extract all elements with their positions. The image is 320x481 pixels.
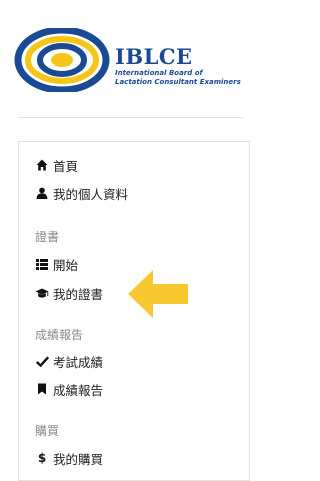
- sidebar-item-label: 首頁: [53, 158, 79, 174]
- user-icon: [35, 186, 49, 200]
- section-label-certificates: 證書: [35, 230, 60, 244]
- sidebar-item-home[interactable]: 首頁: [35, 156, 78, 174]
- sidebar-item-label: 我的證書: [53, 286, 104, 302]
- iblce-logo-icon[interactable]: [14, 28, 110, 92]
- brand-title: IBLCE: [115, 44, 193, 69]
- annotation-arrow-icon: [128, 270, 188, 318]
- sidebar-item-score-report[interactable]: 成績報告: [35, 380, 103, 398]
- sidebar-item-start[interactable]: 開始: [35, 255, 78, 273]
- brand-subtitle-line1: International Board of: [115, 69, 203, 77]
- bookmark-icon: [35, 382, 49, 396]
- sidebar-item-profile[interactable]: 我的個人資料: [35, 184, 128, 202]
- home-icon: [35, 158, 49, 172]
- list-icon: [35, 257, 49, 271]
- section-label-reports: 成績報告: [35, 328, 84, 342]
- check-icon: [35, 354, 49, 368]
- graduation-cap-icon: [35, 286, 49, 300]
- sidebar-item-label: 成績報告: [53, 382, 104, 398]
- header-divider: [18, 117, 243, 118]
- header: IBLCE International Board of Lactation C…: [0, 0, 243, 115]
- sidebar-item-exam-results[interactable]: 考試成績: [35, 352, 103, 370]
- sidebar-item-label: 考試成績: [53, 354, 104, 370]
- dollar-icon: $: [37, 451, 47, 465]
- section-label-purchases: 購買: [35, 424, 60, 438]
- brand-subtitle: International Board of Lactation Consult…: [115, 69, 241, 87]
- brand-subtitle-line2: Lactation Consultant Examiners: [115, 78, 241, 86]
- sidebar-item-label: 我的個人資料: [53, 186, 129, 202]
- sidebar-item-label: 開始: [53, 257, 79, 273]
- sidebar-item-my-certificates[interactable]: 我的證書: [35, 284, 103, 302]
- sidebar-item-my-purchases[interactable]: $ 我的購買: [35, 449, 103, 467]
- sidebar-item-label: 我的購買: [53, 451, 104, 467]
